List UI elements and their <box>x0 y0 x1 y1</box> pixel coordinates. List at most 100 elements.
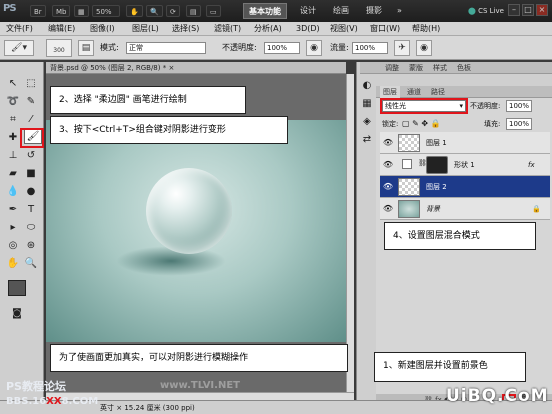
layer-row-1[interactable]: 👁 图层 1 <box>380 132 550 154</box>
dodge-tool-icon[interactable]: ● <box>22 184 40 200</box>
quick-mask-icon[interactable]: ◙ <box>8 306 26 322</box>
path-select-icon[interactable]: ▸ <box>4 220 22 236</box>
pen-tool-icon[interactable]: ✒ <box>4 202 22 218</box>
brush-tool-highlight <box>20 128 44 148</box>
3d-orbit-icon[interactable]: ⊛ <box>22 238 40 254</box>
menu-filter[interactable]: 滤镜(T) <box>214 23 241 35</box>
layer-row-3-selected[interactable]: 👁 图层 2 <box>380 176 550 198</box>
move-tool-icon[interactable]: ↖ <box>4 76 22 92</box>
panel-3d-icon[interactable]: ◈ <box>358 114 376 130</box>
fill-field[interactable]: 100% <box>506 118 532 130</box>
glass-sphere <box>146 168 232 254</box>
screen-mode-icon[interactable]: ▭ <box>206 5 221 17</box>
panel-swatches-icon[interactable]: ▦ <box>358 96 376 112</box>
rotate-view-icon[interactable]: ⟳ <box>166 5 180 17</box>
layers-panel-tabs: 图层 通道 路径 <box>376 86 552 98</box>
watermark-uibq: UiBQ.CoM <box>446 386 549 406</box>
minimize-button[interactable]: – <box>508 4 520 16</box>
cs-live-button[interactable]: ⬤ CS Live <box>468 5 504 17</box>
guides-icon[interactable]: ▦ <box>74 5 89 17</box>
menu-help[interactable]: 帮助(H) <box>412 23 440 35</box>
layer-thumbnail <box>398 134 420 152</box>
vector-mask-thumbnail <box>426 156 448 174</box>
panel-top-tabs: 调整 蒙版 样式 色板 <box>360 62 552 74</box>
mode-select[interactable]: 正常 <box>126 42 206 54</box>
panel-history-icon[interactable]: ⇄ <box>358 132 376 148</box>
menu-window[interactable]: 窗口(W) <box>370 23 400 35</box>
cs-live-icon: ⬤ <box>468 7 476 15</box>
marquee-tool-icon[interactable]: ⬚ <box>22 76 40 92</box>
bridge-icon[interactable]: Br <box>30 5 46 17</box>
fx-icon[interactable]: fx <box>528 154 535 176</box>
zoom-tool-icon-2[interactable]: 🔍 <box>22 256 40 272</box>
maximize-button[interactable]: □ <box>522 4 534 16</box>
quick-select-icon[interactable]: ✎ <box>22 94 40 110</box>
canvas[interactable] <box>46 120 346 342</box>
foreground-color-swatch[interactable] <box>8 280 26 296</box>
shape-tool-icon[interactable]: ⬭ <box>22 220 40 236</box>
brush-panel-icon[interactable]: ▤ <box>78 40 94 56</box>
menu-layer[interactable]: 图层(L) <box>132 23 159 35</box>
hand-icon[interactable]: ✋ <box>126 5 143 17</box>
brush-size-picker[interactable]: 300 <box>46 39 72 57</box>
menu-3d[interactable]: 3D(D) <box>296 23 320 35</box>
workspace-design[interactable]: 设计 <box>300 4 316 18</box>
workspace-essentials-button[interactable]: 基本功能 <box>243 3 287 19</box>
opacity-pressure-icon[interactable]: ◉ <box>306 40 322 56</box>
airbrush-icon[interactable]: ✈ <box>394 40 410 56</box>
eye-icon[interactable]: 👁 <box>382 132 394 154</box>
tab-adjustments[interactable]: 调整 <box>382 62 402 74</box>
blur-tool-icon[interactable]: 💧 <box>4 184 22 200</box>
menu-edit[interactable]: 编辑(E) <box>48 23 75 35</box>
layer-opacity-field[interactable]: 100% <box>506 100 532 112</box>
3d-rotate-icon[interactable]: ◎ <box>4 238 22 254</box>
workspace-painting[interactable]: 绘画 <box>333 4 349 18</box>
close-window-button[interactable]: × <box>536 4 548 16</box>
brush-preset-picker[interactable]: 🖌▾ <box>4 40 34 56</box>
minibridge-icon[interactable]: Mb <box>52 5 71 17</box>
ps-logo: PS <box>3 3 17 14</box>
toolbox: ↖ ⬚ ➰ ✎ ⌗ ⁄ ✚ 🖌 ⊥ ↺ ▰ ■ 💧 ● ✒ T ▸ ⬭ ◎ ⊛ … <box>0 62 44 400</box>
tab-channels[interactable]: 通道 <box>404 86 424 98</box>
hand-tool-icon[interactable]: ✋ <box>4 256 22 272</box>
eraser-tool-icon[interactable]: ▰ <box>4 166 22 182</box>
tab-paths[interactable]: 路径 <box>428 86 448 98</box>
eye-icon[interactable]: 👁 <box>382 176 394 198</box>
menu-file[interactable]: 文件(F) <box>6 23 33 35</box>
zoom-tool-icon[interactable]: 🔍 <box>146 5 163 17</box>
panel-icons-column: ◐ ▦ ◈ ⇄ <box>358 76 374 156</box>
type-tool-icon[interactable]: T <box>22 202 40 218</box>
document-tab[interactable]: 背景.psd @ 50% (图层 2, RGB/8) * × <box>46 62 346 74</box>
clone-stamp-icon[interactable]: ⊥ <box>4 148 22 164</box>
document-close-icon[interactable]: × <box>168 64 174 72</box>
lasso-tool-icon[interactable]: ➰ <box>4 94 22 110</box>
size-pressure-icon[interactable]: ◉ <box>416 40 432 56</box>
lock-icons[interactable]: ▢ ✎ ✥ 🔒 <box>402 118 441 130</box>
panel-color-icon[interactable]: ◐ <box>358 78 376 94</box>
history-brush-icon[interactable]: ↺ <box>22 148 40 164</box>
zoom-select[interactable]: 50% <box>92 5 120 17</box>
layer-row-4[interactable]: 👁 背景 🔒 <box>380 198 550 220</box>
eyedropper-tool-icon[interactable]: ⁄ <box>22 112 40 128</box>
mode-label: 模式: <box>100 43 119 52</box>
menu-image[interactable]: 图像(I) <box>90 23 115 35</box>
tab-styles[interactable]: 样式 <box>430 62 450 74</box>
arrange-docs-icon[interactable]: ▤ <box>186 5 201 17</box>
opacity-field[interactable]: 100% <box>264 42 300 54</box>
tab-swatches[interactable]: 色板 <box>454 62 474 74</box>
layer-row-2[interactable]: 👁 ⛓ 形状 1 fx <box>380 154 550 176</box>
menu-select[interactable]: 选择(S) <box>172 23 199 35</box>
crop-tool-icon[interactable]: ⌗ <box>4 112 22 128</box>
eye-icon[interactable]: 👁 <box>382 198 394 220</box>
tab-masks[interactable]: 蒙版 <box>406 62 426 74</box>
workspace-photography[interactable]: 摄影 <box>366 4 382 18</box>
flow-field[interactable]: 100% <box>352 42 388 54</box>
workspace-more[interactable]: » <box>397 4 402 18</box>
eye-icon[interactable]: 👁 <box>382 154 394 176</box>
gradient-tool-icon[interactable]: ■ <box>22 166 40 182</box>
callout-step-2: 2、选择 "柔边圆" 画笔进行绘制 <box>50 86 246 114</box>
menu-analysis[interactable]: 分析(A) <box>254 23 282 35</box>
tab-layers[interactable]: 图层 <box>380 86 400 98</box>
menu-view[interactable]: 视图(V) <box>330 23 358 35</box>
fill-label: 填充: <box>484 120 501 128</box>
